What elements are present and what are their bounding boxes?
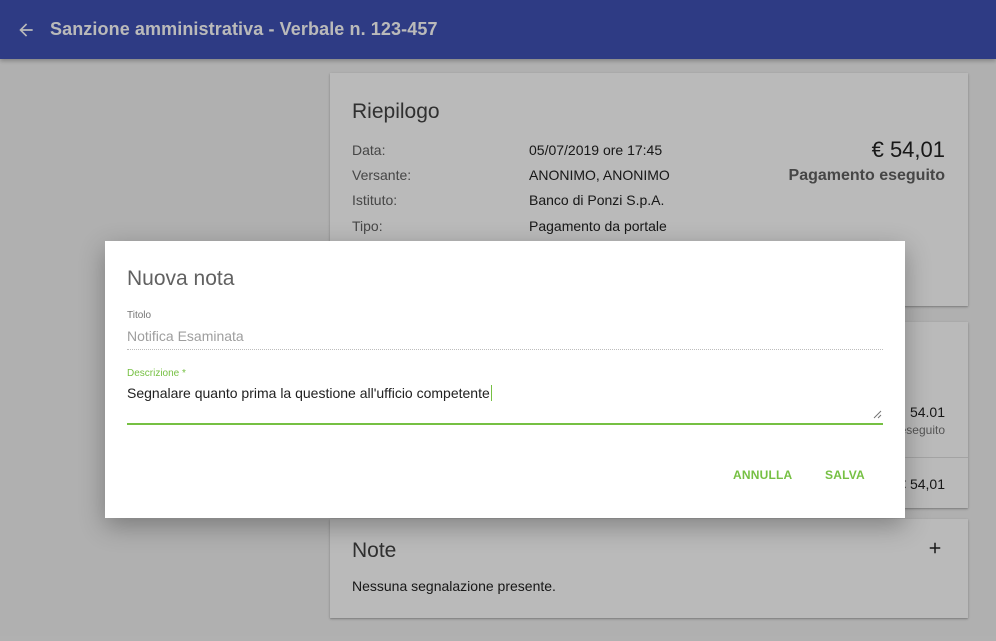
title-field: Notifica Esaminata — [127, 328, 883, 350]
description-textarea[interactable]: Segnalare quanto prima la questione all'… — [127, 385, 883, 425]
dialog-title: Nuova nota — [127, 267, 235, 290]
description-field-label: Descrizione * — [127, 368, 186, 379]
cancel-button[interactable]: ANNULLA — [733, 468, 792, 482]
title-field-label: Titolo — [127, 310, 152, 321]
text-cursor — [490, 385, 492, 401]
save-button[interactable]: SALVA — [825, 468, 865, 482]
description-text: Segnalare quanto prima la questione all'… — [127, 385, 490, 401]
resize-grip-icon[interactable] — [873, 410, 882, 419]
new-note-dialog: Nuova nota Titolo Notifica Esaminata Des… — [105, 241, 905, 518]
